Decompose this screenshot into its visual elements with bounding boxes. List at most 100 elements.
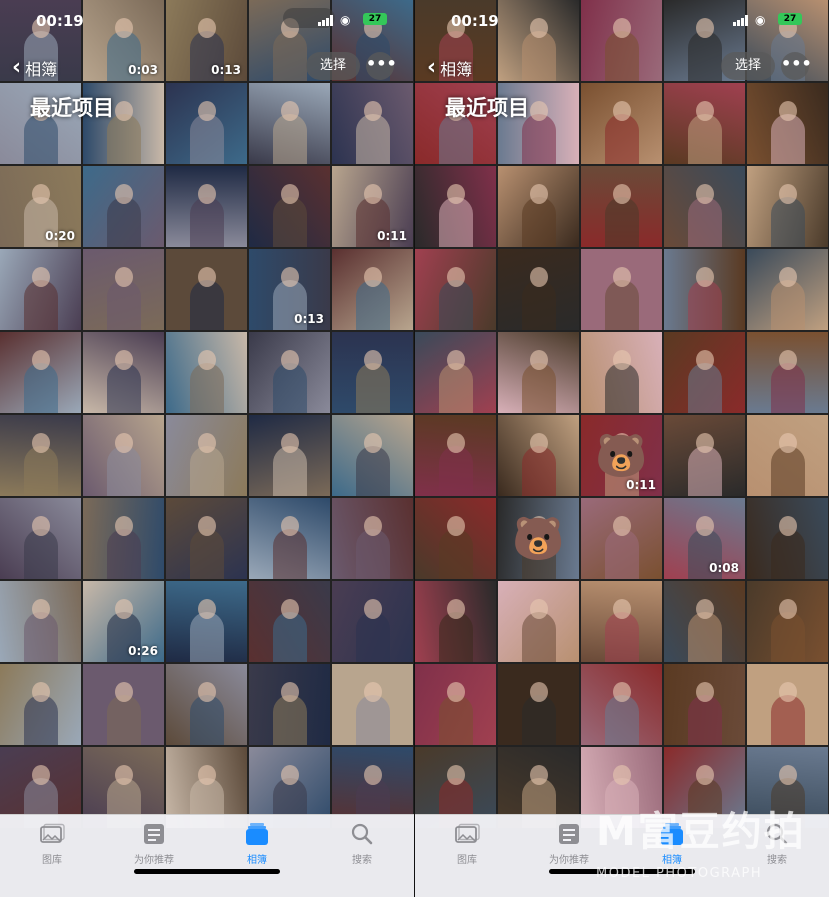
photo-thumbnail[interactable]	[581, 332, 662, 413]
tab-photos[interactable]: 图库	[2, 823, 102, 866]
photo-thumbnail[interactable]: 0:26	[83, 581, 164, 662]
tab-label: 为你推荐	[134, 855, 174, 866]
photo-subject	[521, 446, 556, 496]
photo-subject-head	[280, 681, 299, 702]
photo-thumbnail[interactable]	[664, 166, 745, 247]
photo-thumbnail[interactable]	[747, 415, 828, 496]
photo-thumbnail[interactable]: 0:13	[249, 249, 330, 330]
photo-thumbnail[interactable]	[249, 415, 330, 496]
photo-thumbnail[interactable]	[332, 249, 413, 330]
photo-subject-head	[778, 681, 797, 702]
tab-for-you[interactable]: 为你推荐	[519, 823, 619, 866]
select-button[interactable]: 选择	[306, 52, 360, 80]
photo-thumbnail[interactable]	[166, 166, 247, 247]
photo-thumbnail[interactable]: 🐻 0:11	[581, 415, 662, 496]
photo-thumbnail[interactable]	[0, 249, 81, 330]
photo-thumbnail[interactable]	[83, 498, 164, 579]
photo-thumbnail[interactable]	[498, 664, 579, 745]
photo-thumbnail[interactable]	[0, 332, 81, 413]
photo-subject	[438, 446, 473, 496]
video-duration: 0:11	[626, 478, 656, 492]
photo-thumbnail[interactable]	[747, 332, 828, 413]
photo-thumbnail[interactable]	[747, 664, 828, 745]
photo-thumbnail[interactable]	[415, 249, 496, 330]
tab-albums[interactable]: 相簿	[622, 823, 722, 866]
photo-thumbnail[interactable]	[83, 415, 164, 496]
photo-thumbnail[interactable]	[747, 166, 828, 247]
albums-icon	[244, 823, 270, 845]
photo-subject-head	[114, 598, 133, 619]
photo-thumbnail[interactable]	[166, 664, 247, 745]
photo-thumbnail[interactable]	[498, 166, 579, 247]
photo-thumbnail[interactable]	[249, 498, 330, 579]
page-title: 最近项目	[30, 96, 114, 120]
photo-thumbnail[interactable]: 0:20	[0, 166, 81, 247]
photo-thumbnail[interactable]	[581, 166, 662, 247]
photo-thumbnail[interactable]	[83, 332, 164, 413]
photo-thumbnail[interactable]: 0:08	[664, 498, 745, 579]
photo-thumbnail[interactable]: 🐻	[498, 498, 579, 579]
photo-thumbnail[interactable]	[498, 415, 579, 496]
photo-thumbnail[interactable]	[415, 415, 496, 496]
photo-thumbnail[interactable]	[83, 249, 164, 330]
tab-for-you[interactable]: 为你推荐	[104, 823, 204, 866]
photo-thumbnail[interactable]	[166, 332, 247, 413]
photo-thumbnail[interactable]	[83, 664, 164, 745]
photo-thumbnail[interactable]	[166, 581, 247, 662]
tab-bar: 图库 为你推荐 相簿 搜索	[415, 814, 829, 897]
photo-thumbnail[interactable]	[0, 664, 81, 745]
photo-thumbnail[interactable]	[415, 332, 496, 413]
photo-thumbnail[interactable]	[249, 332, 330, 413]
tab-search[interactable]: 搜索	[727, 823, 827, 866]
photo-thumbnail[interactable]	[332, 664, 413, 745]
photo-thumbnail[interactable]	[747, 581, 828, 662]
photo-thumbnail[interactable]	[166, 415, 247, 496]
back-button[interactable]: ‹ 相簿	[427, 56, 472, 80]
photo-thumbnail[interactable]	[498, 581, 579, 662]
photo-thumbnail[interactable]	[581, 581, 662, 662]
photo-thumbnail[interactable]	[747, 498, 828, 579]
more-options-button[interactable]: •••	[366, 52, 397, 80]
photo-thumbnail[interactable]	[249, 166, 330, 247]
photo-thumbnail[interactable]	[664, 249, 745, 330]
photo-subject-head	[363, 764, 382, 785]
photo-thumbnail[interactable]	[415, 664, 496, 745]
photo-thumbnail[interactable]	[166, 249, 247, 330]
select-button[interactable]: 选择	[721, 52, 775, 80]
tab-label: 图库	[457, 855, 477, 866]
photo-thumbnail[interactable]	[664, 664, 745, 745]
tab-albums[interactable]: 相簿	[207, 823, 307, 866]
photo-thumbnail[interactable]	[83, 166, 164, 247]
photo-thumbnail[interactable]	[664, 581, 745, 662]
photo-thumbnail[interactable]	[332, 498, 413, 579]
home-indicator[interactable]	[134, 869, 280, 874]
photo-thumbnail[interactable]	[332, 415, 413, 496]
tab-photos[interactable]: 图库	[417, 823, 517, 866]
photo-thumbnail[interactable]	[498, 332, 579, 413]
photo-thumbnail[interactable]	[0, 498, 81, 579]
photo-thumbnail[interactable]	[0, 415, 81, 496]
photo-thumbnail[interactable]	[332, 581, 413, 662]
photo-thumbnail[interactable]	[664, 332, 745, 413]
photo-thumbnail[interactable]	[249, 581, 330, 662]
photo-subject	[604, 280, 639, 330]
photo-thumbnail[interactable]	[498, 249, 579, 330]
photo-thumbnail[interactable]	[581, 498, 662, 579]
more-options-button[interactable]: •••	[781, 52, 812, 80]
photo-thumbnail[interactable]	[664, 415, 745, 496]
photo-thumbnail[interactable]	[332, 332, 413, 413]
photo-thumbnail[interactable]	[415, 581, 496, 662]
photo-thumbnail[interactable]	[249, 664, 330, 745]
photo-thumbnail[interactable]	[415, 166, 496, 247]
photo-thumbnail[interactable]	[166, 498, 247, 579]
photo-thumbnail[interactable]	[581, 249, 662, 330]
photo-subject	[106, 695, 141, 745]
photo-thumbnail[interactable]	[581, 664, 662, 745]
photo-thumbnail[interactable]: 0:11	[332, 166, 413, 247]
photo-thumbnail[interactable]	[0, 581, 81, 662]
back-button[interactable]: ‹ 相簿	[12, 56, 57, 80]
photo-thumbnail[interactable]	[747, 249, 828, 330]
home-indicator[interactable]	[549, 869, 695, 874]
tab-search[interactable]: 搜索	[312, 823, 412, 866]
photo-thumbnail[interactable]	[415, 498, 496, 579]
